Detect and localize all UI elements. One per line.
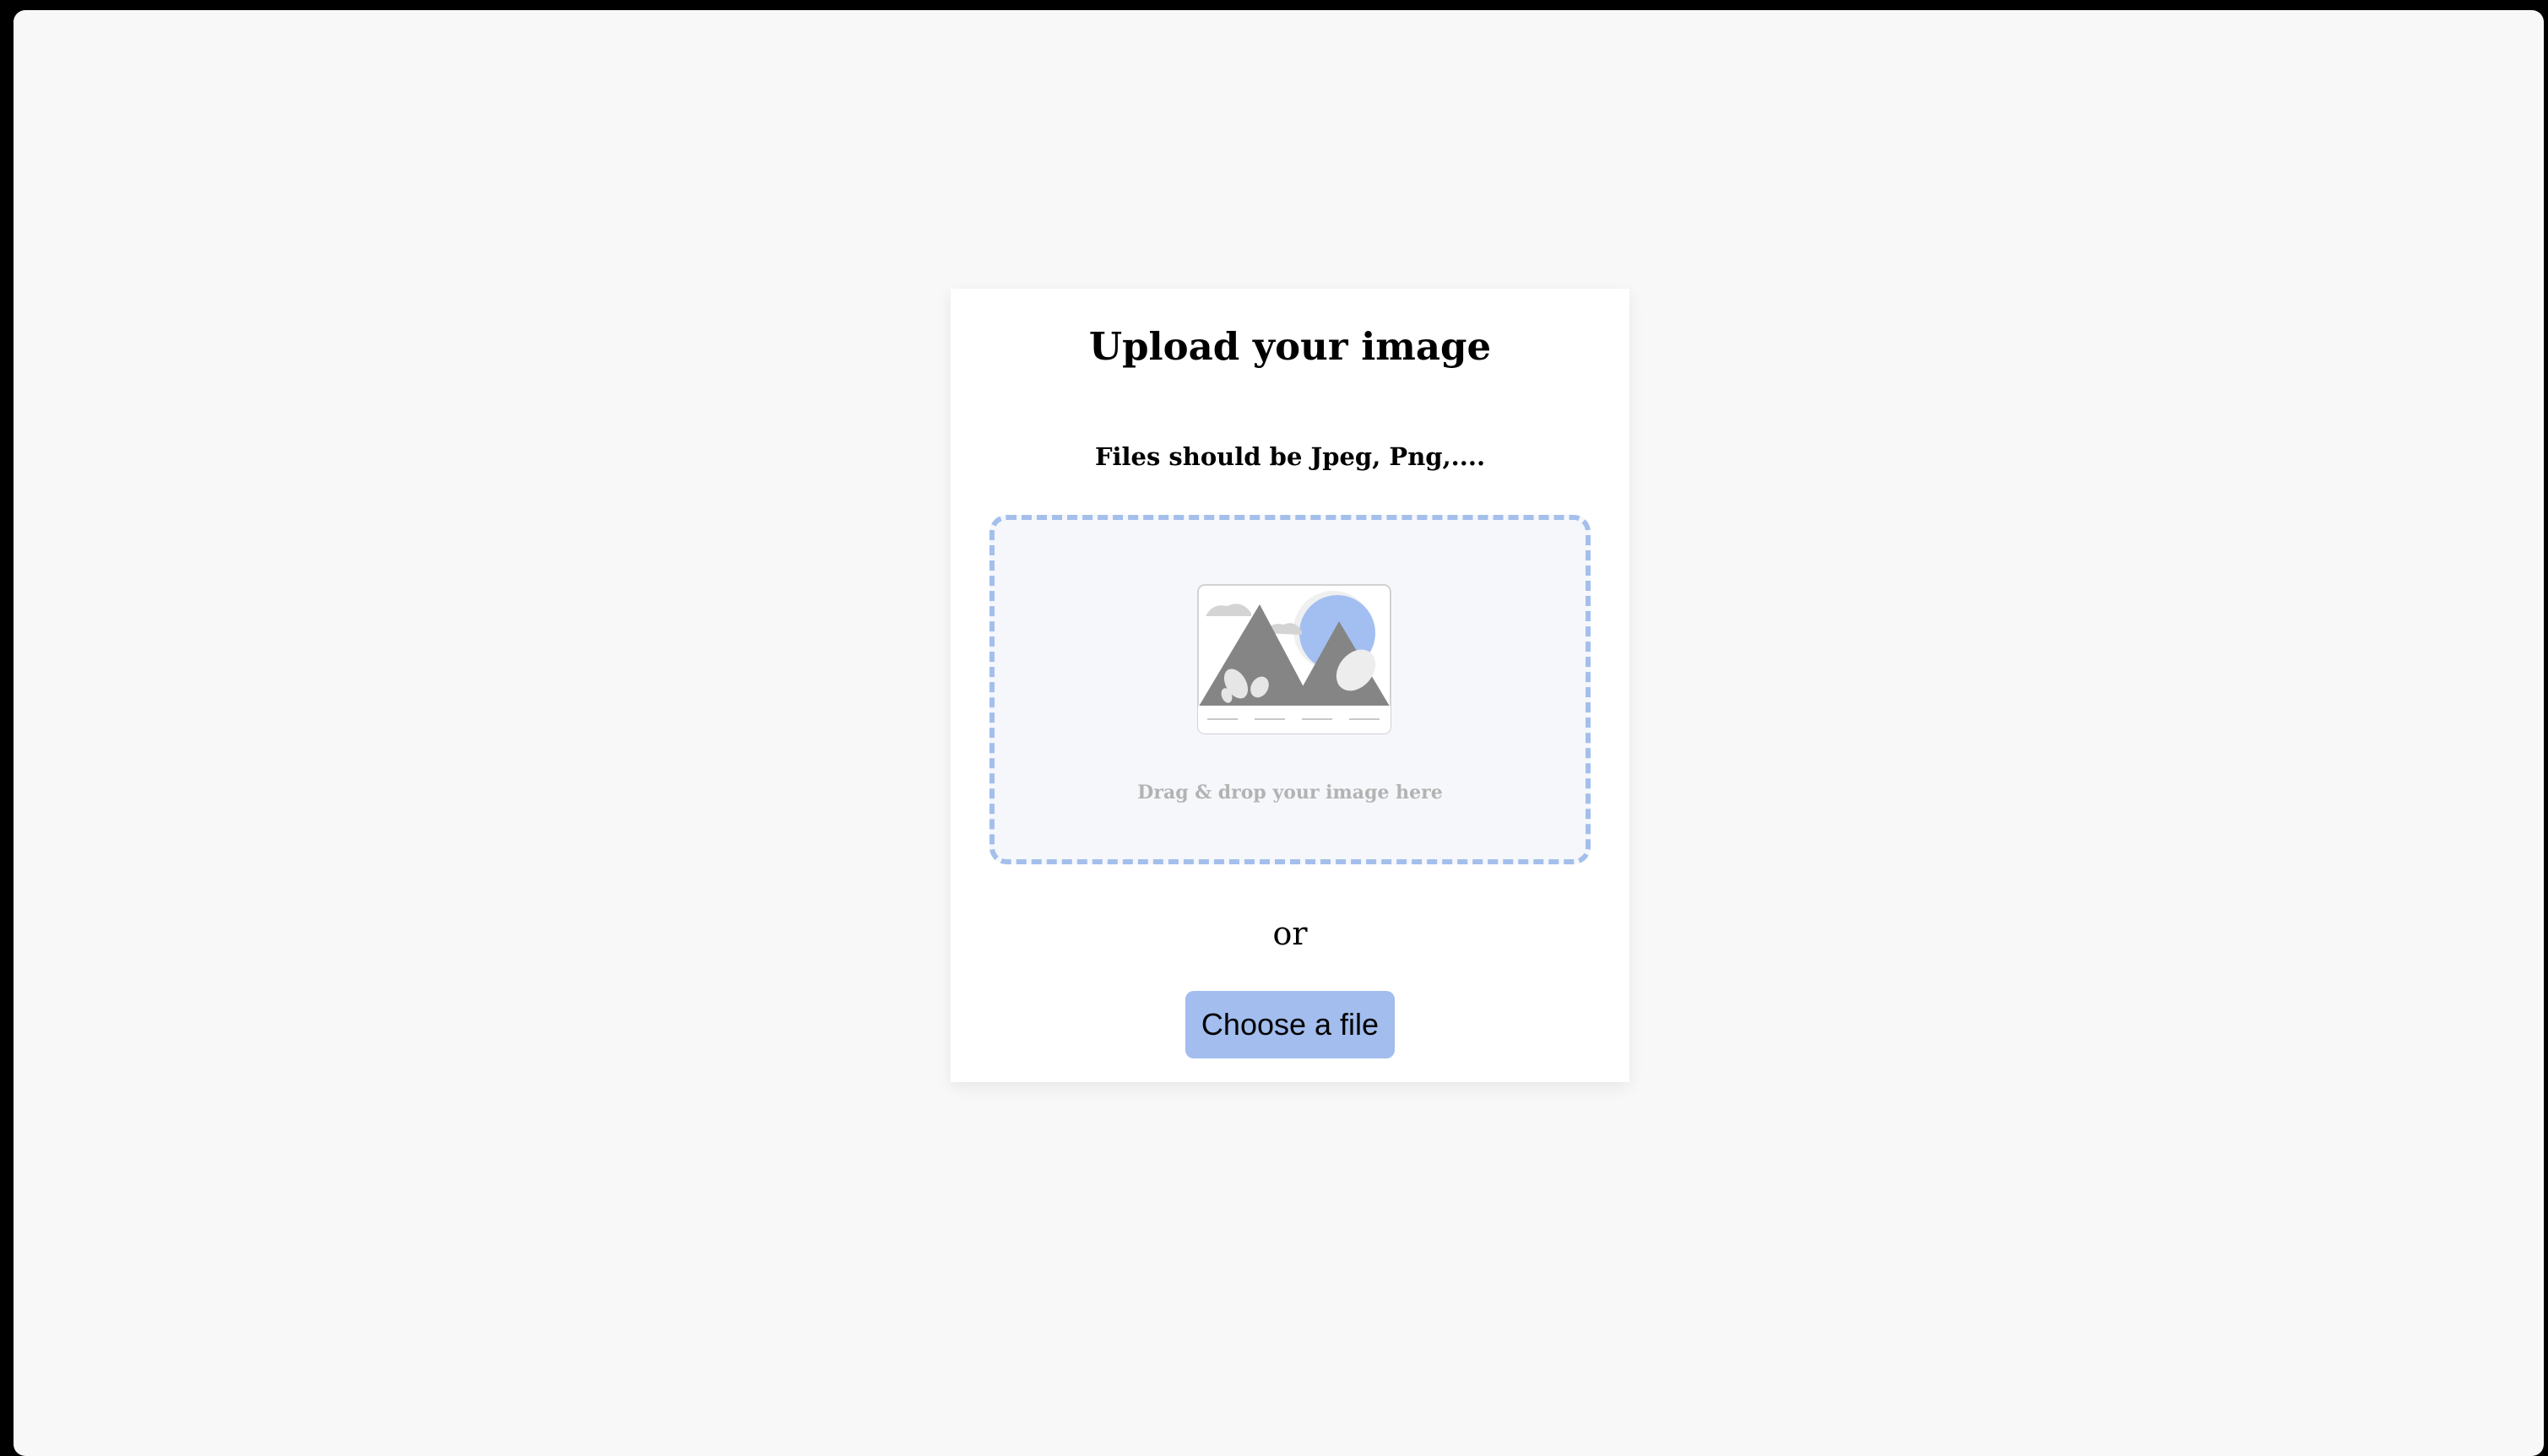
image-placeholder-icon bbox=[1197, 584, 1391, 734]
upload-title: Upload your image bbox=[1088, 324, 1492, 369]
image-dropzone[interactable]: Drag & drop your image here bbox=[989, 515, 1591, 864]
choose-file-button[interactable]: Choose a file bbox=[1185, 991, 1395, 1058]
file-type-hint: Files should be Jpeg, Png,.... bbox=[1094, 442, 1486, 471]
upload-card: Upload your image Files should be Jpeg, … bbox=[951, 289, 1629, 1082]
dropzone-label: Drag & drop your image here bbox=[1137, 782, 1443, 804]
page-background: Upload your image Files should be Jpeg, … bbox=[14, 10, 2544, 1456]
or-separator: or bbox=[1272, 915, 1308, 952]
